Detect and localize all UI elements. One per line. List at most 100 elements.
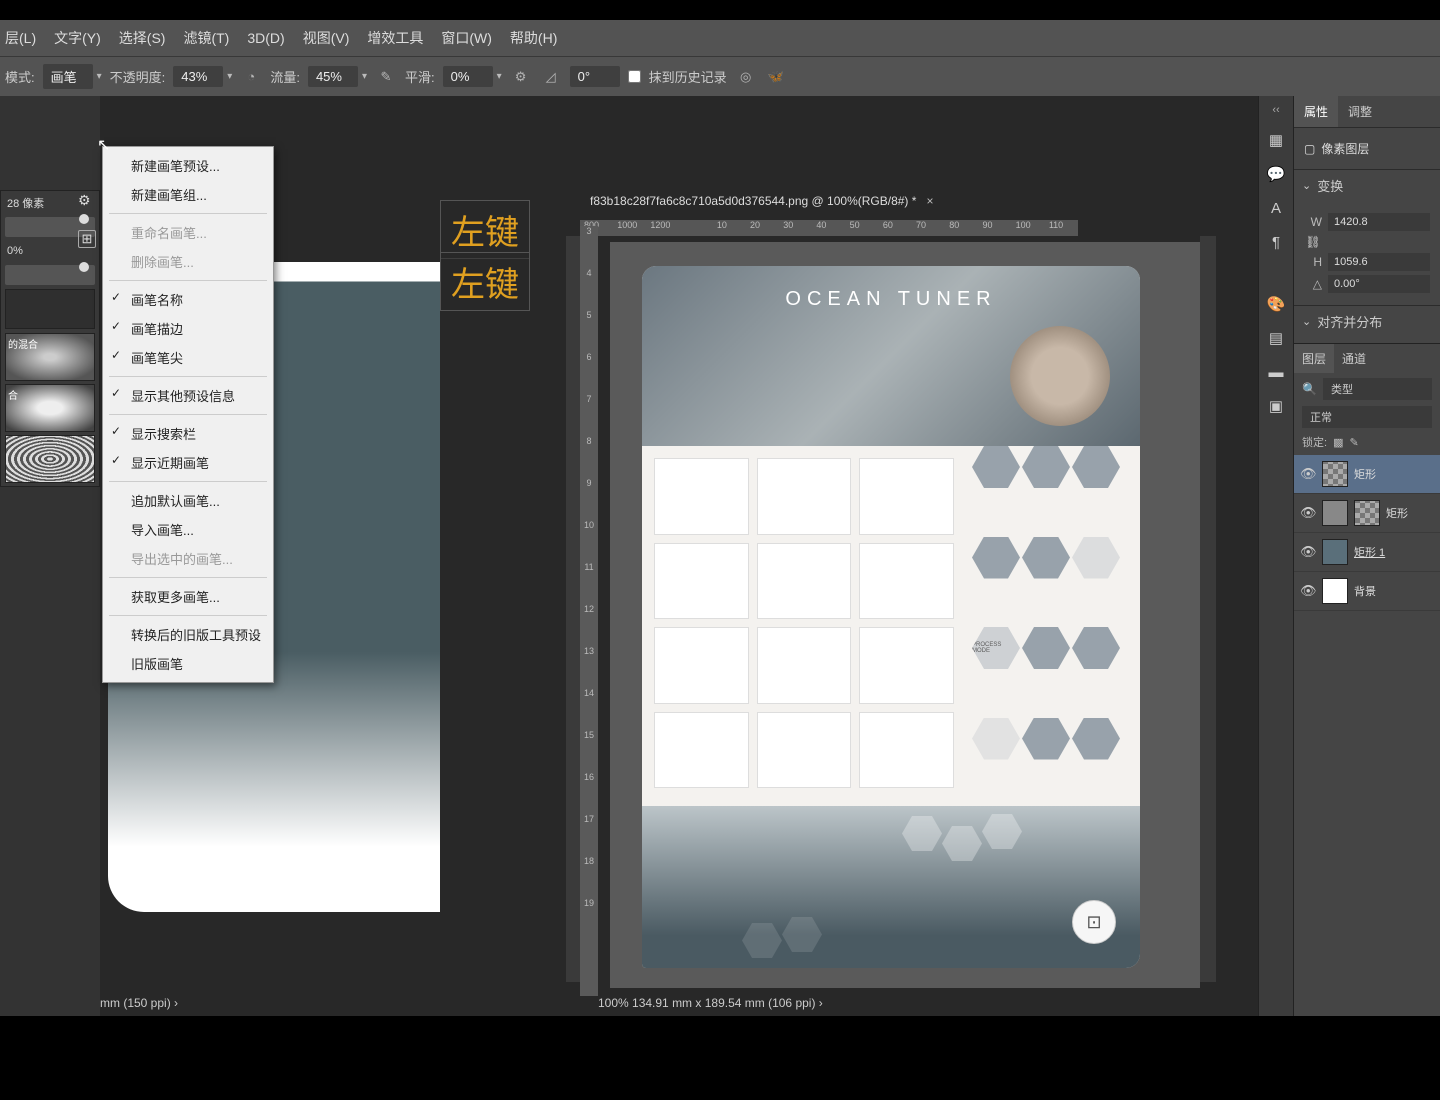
- blend-mode-dropdown[interactable]: 正常: [1302, 406, 1432, 428]
- collapse-icon[interactable]: ‹‹: [1272, 104, 1279, 116]
- menu-help[interactable]: 帮助(H): [510, 28, 557, 48]
- new-preset-button[interactable]: ⊞: [78, 230, 96, 248]
- menu-new-brush-group[interactable]: 新建画笔组...: [103, 180, 273, 209]
- transform-header[interactable]: 变换: [1294, 169, 1440, 201]
- document-tab-bar: f83b18c28f7fa6c8c710a5d0d376544.png @ 10…: [590, 194, 933, 208]
- chevron-down-icon[interactable]: ▾: [362, 71, 367, 82]
- filter-kind-dropdown[interactable]: 类型: [1323, 378, 1432, 400]
- gear-icon[interactable]: ⚙: [78, 192, 96, 210]
- layer-mask-thumb[interactable]: [1354, 500, 1380, 526]
- ruler-horizontal: 80010001200 10203040 50607080 90100110: [580, 220, 1078, 236]
- close-icon[interactable]: ×: [926, 194, 933, 208]
- brush-search[interactable]: [5, 289, 95, 329]
- layer-row[interactable]: 👁 矩形: [1294, 455, 1440, 494]
- menu-get-more-brushes[interactable]: 获取更多画笔...: [103, 582, 273, 611]
- visibility-icon[interactable]: 👁: [1300, 583, 1316, 599]
- menu-brush-stroke[interactable]: 画笔描边: [103, 314, 273, 343]
- layer-name[interactable]: 矩形: [1386, 505, 1408, 521]
- brush-thumb[interactable]: [5, 435, 95, 483]
- link-icon[interactable]: ⛓: [1304, 235, 1322, 249]
- menu-view[interactable]: 视图(V): [303, 28, 350, 48]
- layer-name[interactable]: 矩形 1: [1354, 544, 1385, 560]
- visibility-icon[interactable]: 👁: [1300, 505, 1316, 521]
- comments-icon[interactable]: 💬: [1266, 164, 1286, 184]
- menu-3d[interactable]: 3D(D): [247, 30, 284, 46]
- chevron-down-icon[interactable]: ▾: [497, 71, 502, 82]
- rotation-field[interactable]: 0.00°: [1328, 275, 1430, 293]
- menu-legacy-brushes[interactable]: 旧版画笔: [103, 649, 273, 678]
- brush-hardness-slider[interactable]: [5, 265, 95, 285]
- document-canvas-2[interactable]: OCEAN TUNER PROCESS MODE ⊡: [642, 266, 1140, 968]
- chevron-down-icon[interactable]: ▾: [227, 71, 232, 82]
- search-icon[interactable]: 🔍: [1302, 382, 1317, 396]
- tab-layers[interactable]: 图层: [1294, 344, 1334, 373]
- panel-icon-strip: ‹‹ ▦ 💬 A ¶ 🎨 ▤ ▬ ▣: [1258, 96, 1294, 1016]
- paragraph-icon[interactable]: ¶: [1266, 232, 1286, 252]
- lock-brush-icon[interactable]: ✎: [1349, 436, 1358, 449]
- patterns-icon[interactable]: ▤: [1266, 328, 1286, 348]
- width-field[interactable]: 1420.8: [1328, 213, 1430, 231]
- layers-list: 👁 矩形 👁 矩形 👁 矩形 1 👁 背景: [1294, 455, 1440, 1016]
- layer-thumb[interactable]: [1322, 500, 1348, 526]
- tab-channels[interactable]: 通道: [1334, 344, 1374, 373]
- menu-brush-name[interactable]: 画笔名称: [103, 285, 273, 314]
- align-header[interactable]: 对齐并分布: [1294, 305, 1440, 337]
- layer-thumb[interactable]: [1322, 578, 1348, 604]
- history-checkbox[interactable]: [628, 70, 641, 83]
- pressure-opacity-icon[interactable]: ◔: [240, 66, 262, 88]
- height-field[interactable]: 1059.6: [1328, 253, 1430, 271]
- chevron-down-icon[interactable]: ▾: [97, 71, 102, 82]
- opacity-field[interactable]: 43%: [173, 66, 223, 87]
- tab-adjustments[interactable]: 调整: [1338, 96, 1382, 127]
- layer-row[interactable]: 👁 矩形: [1294, 494, 1440, 533]
- layer-mask-thumb[interactable]: [1322, 461, 1348, 487]
- left-column: 28 像素 0% 的混合 合 ⚙ ⊞: [0, 96, 100, 1016]
- menu-new-brush-preset[interactable]: 新建画笔预设...: [103, 151, 273, 180]
- lens-icon[interactable]: ⊡: [1072, 900, 1116, 944]
- visibility-icon[interactable]: 👁: [1300, 466, 1316, 482]
- layer-row[interactable]: 👁 背景: [1294, 572, 1440, 611]
- histogram-icon[interactable]: ▦: [1266, 130, 1286, 150]
- menu-layer[interactable]: 层(L): [5, 28, 36, 48]
- layer-name[interactable]: 矩形: [1354, 466, 1376, 482]
- tab-properties[interactable]: 属性: [1294, 96, 1338, 127]
- pressure-size-icon[interactable]: ◎: [735, 66, 757, 88]
- menu-show-other-info[interactable]: 显示其他预设信息: [103, 381, 273, 410]
- menu-show-recent[interactable]: 显示近期画笔: [103, 448, 273, 477]
- swatches-icon[interactable]: 🎨: [1266, 294, 1286, 314]
- menu-text[interactable]: 文字(Y): [54, 28, 101, 48]
- key-hint-overlay: 左键: [440, 252, 530, 311]
- flow-field[interactable]: 45%: [308, 66, 358, 87]
- brush-thumb[interactable]: 的混合: [5, 333, 95, 381]
- lock-pixels-icon[interactable]: ▩: [1333, 436, 1343, 449]
- visibility-icon[interactable]: 👁: [1300, 544, 1316, 560]
- angle-field[interactable]: 0°: [570, 66, 620, 87]
- brush-thumb[interactable]: 合: [5, 384, 95, 432]
- flow-label: 流量:: [270, 67, 300, 86]
- height-label: H: [1304, 255, 1322, 269]
- menu-brush-tip[interactable]: 画笔笔尖: [103, 343, 273, 372]
- properties-tabs: 属性 调整: [1294, 96, 1440, 128]
- menu-plugins[interactable]: 增效工具: [367, 28, 423, 48]
- menu-converted-legacy-presets[interactable]: 转换后的旧版工具预设: [103, 620, 273, 649]
- menu-window[interactable]: 窗口(W): [441, 28, 492, 48]
- layer-name[interactable]: 背景: [1354, 583, 1376, 599]
- status-bar: 100% 134.91 mm x 189.54 mm (106 ppi) ›: [598, 996, 823, 1010]
- menu-select[interactable]: 选择(S): [119, 28, 166, 48]
- gradients-icon[interactable]: ▬: [1266, 362, 1286, 382]
- libraries-icon[interactable]: ▣: [1266, 396, 1286, 416]
- butterfly-icon[interactable]: 🦋: [765, 66, 787, 88]
- layer-row[interactable]: 👁 矩形 1: [1294, 533, 1440, 572]
- menu-import-brushes[interactable]: 导入画笔...: [103, 515, 273, 544]
- airbrush-icon[interactable]: ✎: [375, 66, 397, 88]
- mode-dropdown[interactable]: 画笔: [43, 64, 93, 89]
- menu-filter[interactable]: 滤镜(T): [183, 28, 229, 48]
- gear-icon[interactable]: ⚙: [510, 66, 532, 88]
- menu-append-default[interactable]: 追加默认画笔...: [103, 486, 273, 515]
- scrollbar-vertical[interactable]: [1200, 236, 1216, 982]
- layer-thumb[interactable]: [1322, 539, 1348, 565]
- menu-show-search[interactable]: 显示搜索栏: [103, 419, 273, 448]
- smooth-field[interactable]: 0%: [443, 66, 493, 87]
- character-icon[interactable]: A: [1266, 198, 1286, 218]
- document-tab[interactable]: f83b18c28f7fa6c8c710a5d0d376544.png @ 10…: [590, 194, 916, 208]
